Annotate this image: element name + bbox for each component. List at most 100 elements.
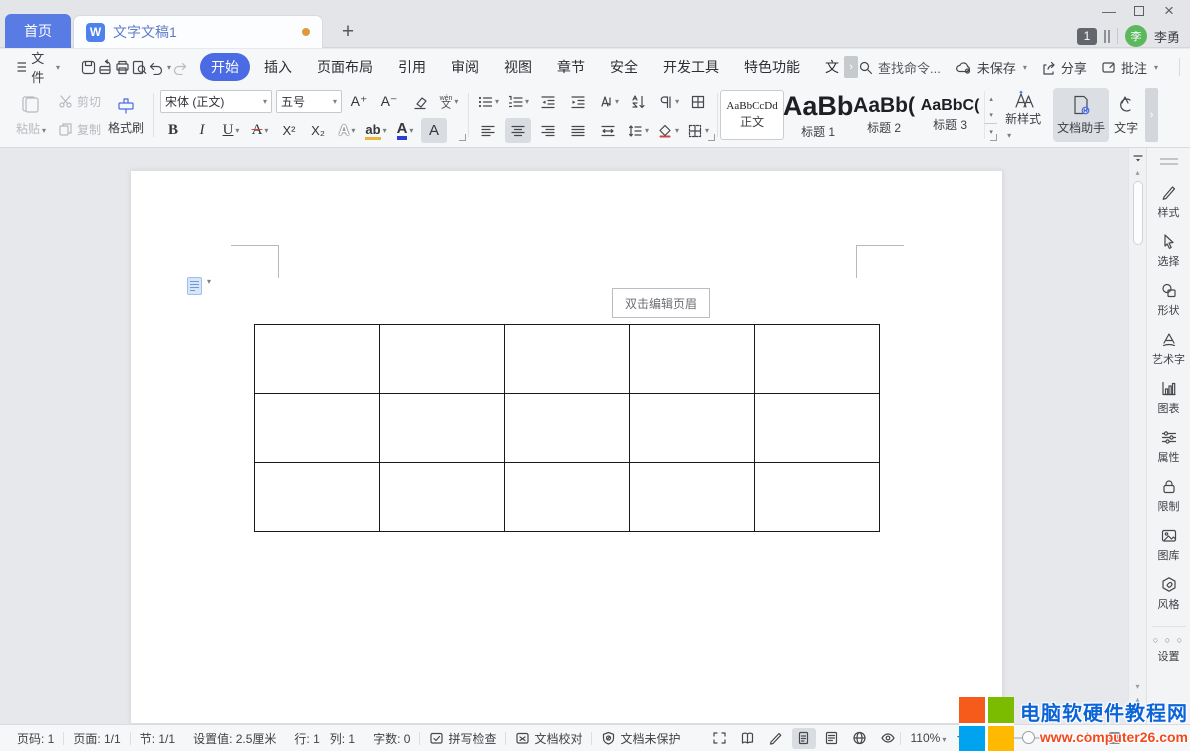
outline-view-button[interactable] — [820, 728, 844, 749]
print-button[interactable] — [114, 54, 131, 80]
table-cell[interactable] — [505, 325, 630, 394]
styles-scroll-down-button[interactable]: ▾ — [984, 107, 997, 123]
table-cell[interactable] — [755, 463, 880, 532]
zoom-level-button[interactable]: 110%▾ — [911, 731, 947, 745]
sidebar-item-shapes[interactable]: 形状 — [1158, 282, 1180, 318]
status-section[interactable]: 节: 1/1 — [131, 730, 184, 747]
read-layout-button[interactable] — [736, 728, 760, 749]
decrease-indent-button[interactable] — [535, 89, 561, 114]
tab-insert[interactable]: 插入 — [253, 53, 303, 81]
undo-button[interactable]: ▾ — [148, 54, 171, 80]
table-cell[interactable] — [380, 463, 505, 532]
tab-security[interactable]: 安全 — [599, 53, 649, 81]
user-avatar[interactable]: 李 — [1125, 25, 1147, 47]
vertical-scrollbar[interactable]: ▴ ▾ ▴▴ — [1128, 148, 1146, 724]
file-menu-button[interactable]: 文件 ▾ — [10, 48, 66, 86]
window-minimize-button[interactable]: — — [1094, 0, 1124, 22]
table-cell[interactable] — [755, 394, 880, 463]
tab-dev-tools[interactable]: 开发工具 — [652, 53, 730, 81]
table-cell[interactable] — [380, 325, 505, 394]
tab-page-layout[interactable]: 页面布局 — [306, 53, 384, 81]
style-card-heading3[interactable]: AaBbC( 标题 3 — [918, 90, 982, 140]
sidebar-item-restrict[interactable]: 限制 — [1158, 478, 1180, 514]
font-size-select[interactable]: 五号 ▾ — [276, 90, 342, 113]
status-margin-setting[interactable]: 设置值: 2.5厘米 — [184, 730, 285, 747]
sidebar-item-styles[interactable]: 样式 — [1158, 184, 1180, 220]
window-close-button[interactable]: × — [1154, 0, 1184, 22]
borders-button[interactable]: ▾ — [685, 118, 711, 143]
notification-badge[interactable]: 1 — [1077, 28, 1097, 45]
tab-home[interactable]: 开始 — [200, 53, 250, 81]
tab-section[interactable]: 章节 — [546, 53, 596, 81]
fullscreen-view-button[interactable] — [708, 728, 732, 749]
ruler-toggle-icon[interactable] — [1132, 151, 1144, 165]
style-card-heading2[interactable]: AaBb( 标题 2 — [852, 90, 916, 140]
comment-button[interactable]: 批注 ▾ — [1101, 58, 1158, 77]
text-effects-button[interactable]: A▾ — [334, 118, 360, 143]
align-left-button[interactable] — [475, 118, 501, 143]
print-layout-button[interactable] — [792, 728, 816, 749]
window-maximize-button[interactable] — [1124, 0, 1154, 22]
document-area[interactable]: ▾ 双击编辑页眉 — [0, 148, 1128, 724]
copy-button[interactable]: 复制 — [58, 117, 101, 141]
save-status-button[interactable]: 未保存 ▾ — [955, 58, 1027, 77]
text-tool-button[interactable]: 文字 — [1109, 88, 1143, 142]
tab-review[interactable]: 审阅 — [440, 53, 490, 81]
scroll-up-button[interactable]: ▴ — [1135, 165, 1139, 179]
cut-button[interactable]: 剪切 — [58, 89, 101, 113]
line-spacing-button[interactable]: ▾ — [625, 118, 651, 143]
tabs-overflow-button[interactable]: › — [844, 56, 858, 78]
table-cell[interactable] — [755, 325, 880, 394]
numbering-button[interactable]: ▾ — [505, 89, 531, 114]
ink-mode-button[interactable] — [764, 728, 788, 749]
text-tools-button[interactable] — [685, 89, 711, 114]
tab-references[interactable]: 引用 — [387, 53, 437, 81]
highlight-button[interactable]: ab▾ — [363, 118, 389, 143]
char-shading-button[interactable]: A — [421, 118, 447, 143]
style-card-normal[interactable]: AaBbCcDd 正文 — [720, 90, 784, 140]
sort-button[interactable] — [625, 89, 651, 114]
align-center-button[interactable] — [505, 118, 531, 143]
home-tab-button[interactable]: 首页 — [5, 14, 71, 48]
web-layout-button[interactable] — [848, 728, 872, 749]
protection-status-button[interactable]: 文档未保护 — [592, 730, 689, 747]
table-cell[interactable] — [630, 463, 755, 532]
strikethrough-button[interactable]: A▾ — [247, 118, 273, 143]
spell-check-button[interactable]: 拼写检查 — [420, 730, 505, 747]
user-name[interactable]: 李勇 — [1154, 27, 1180, 46]
styles-scroll-up-button[interactable]: ▴ — [984, 91, 997, 107]
table-cell[interactable] — [255, 394, 380, 463]
grow-font-button[interactable]: A⁺ — [346, 89, 372, 114]
justify-button[interactable] — [565, 118, 591, 143]
font-color-button[interactable]: A▾ — [392, 118, 418, 143]
share-button[interactable]: 分享 — [1041, 58, 1087, 77]
eye-protection-button[interactable] — [876, 728, 900, 749]
redo-button[interactable] — [171, 54, 188, 80]
clear-format-button[interactable] — [406, 89, 432, 114]
tab-list-icon[interactable] — [1104, 30, 1110, 43]
sidebar-item-select[interactable]: 选择 — [1158, 233, 1180, 269]
sidebar-item-theme[interactable]: 风格 — [1158, 576, 1180, 612]
document-tab[interactable]: W 文字文稿1 — [73, 15, 323, 48]
doc-assistant-button[interactable]: 文档助手 — [1053, 88, 1109, 142]
underline-button[interactable]: U▾ — [218, 118, 244, 143]
document-page[interactable]: ▾ 双击编辑页眉 — [130, 170, 1003, 724]
font-name-select[interactable]: 宋体 (正文) ▾ — [160, 90, 272, 113]
new-tab-button[interactable]: + — [334, 18, 362, 46]
phonetic-guide-button[interactable]: wén 文 ▾ — [436, 89, 462, 114]
table-cell[interactable] — [505, 394, 630, 463]
styles-more-button[interactable]: ▾ — [984, 123, 997, 139]
save-button[interactable] — [80, 54, 97, 80]
sidebar-item-properties[interactable]: 属性 — [1158, 429, 1180, 465]
status-word-count[interactable]: 字数: 0 — [364, 730, 419, 747]
sidebar-item-wordart[interactable]: 艺术字 — [1152, 331, 1185, 367]
paste-button[interactable]: 粘贴▾ — [10, 89, 52, 141]
style-card-heading1[interactable]: AaBb 标题 1 — [786, 90, 850, 140]
italic-button[interactable]: I — [189, 118, 215, 143]
distribute-button[interactable] — [595, 118, 621, 143]
superscript-button[interactable]: X² — [276, 118, 302, 143]
show-marks-button[interactable]: ▾ — [655, 89, 681, 114]
status-page-number[interactable]: 页码: 1 — [8, 730, 63, 747]
table-cell[interactable] — [630, 325, 755, 394]
table-cell[interactable] — [505, 463, 630, 532]
